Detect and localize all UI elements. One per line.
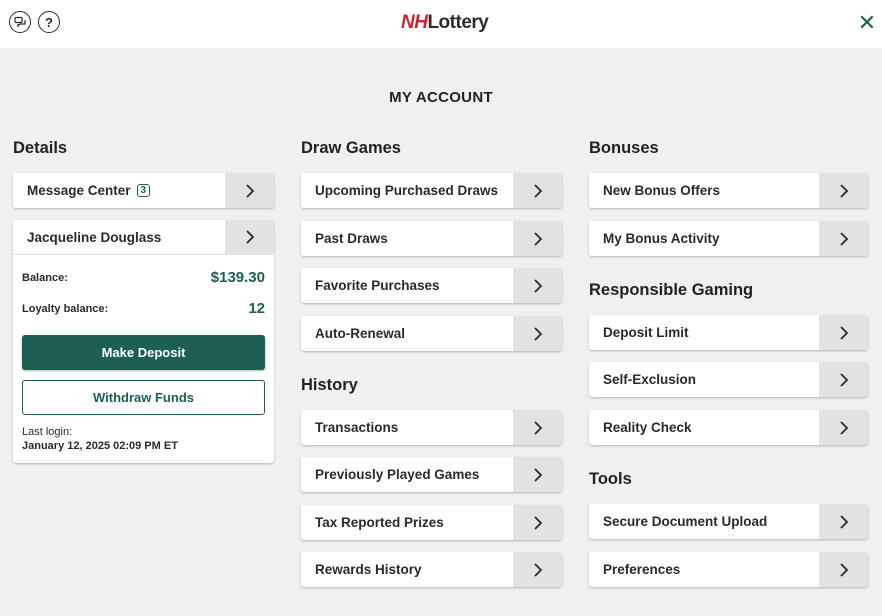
responsible-gaming-heading: Responsible Gaming [589, 281, 754, 299]
top-bar: ? NH Lottery ✕ [0, 0, 882, 48]
menu-item-label: Previously Played Games [315, 467, 480, 482]
last-login-label: Last login: [22, 426, 73, 438]
help-glyph: ? [45, 14, 53, 30]
menu-item-label: Secure Document Upload [603, 514, 768, 529]
menu-item-my-bonus-activity[interactable]: My Bonus Activity [589, 221, 868, 256]
menu-item-secure-document-upload[interactable]: Secure Document Upload [589, 504, 868, 539]
chevron-right-icon[interactable] [513, 316, 562, 351]
message-center-label: Message Center [27, 183, 131, 198]
menu-item-past-draws[interactable]: Past Draws [301, 221, 562, 256]
menu-item-auto-renewal[interactable]: Auto-Renewal [301, 316, 562, 351]
menu-item-label: Favorite Purchases [315, 278, 440, 293]
account-summary-card: Jacqueline Douglass Balance: $139.30 Loy… [13, 220, 274, 463]
chevron-right-icon[interactable] [225, 220, 274, 255]
menu-item-label: Preferences [603, 562, 681, 577]
message-count-badge: 3 [136, 184, 151, 197]
message-center-row[interactable]: Message Center 3 [13, 173, 274, 208]
menu-item-transactions[interactable]: Transactions [301, 410, 562, 445]
menu-item-upcoming-purchased-draws[interactable]: Upcoming Purchased Draws [301, 173, 562, 208]
balance-value: $139.30 [210, 269, 265, 286]
details-heading: Details [13, 139, 68, 157]
chevron-right-icon[interactable] [513, 221, 562, 256]
chevron-right-icon[interactable] [819, 362, 868, 397]
menu-item-label: New Bonus Offers [603, 183, 721, 198]
menu-item-tax-reported-prizes[interactable]: Tax Reported Prizes [301, 505, 562, 540]
chevron-right-icon[interactable] [819, 315, 868, 350]
close-icon[interactable]: ✕ [856, 12, 878, 34]
bonuses-heading: Bonuses [589, 139, 659, 157]
chevron-right-icon[interactable] [819, 410, 868, 445]
loyalty-label: Loyalty balance: [22, 302, 109, 315]
menu-item-self-exclusion[interactable]: Self-Exclusion [589, 362, 868, 397]
menu-item-deposit-limit[interactable]: Deposit Limit [589, 315, 868, 350]
balance-row: Balance: $139.30 [22, 269, 265, 286]
loyalty-row: Loyalty balance: 12 [22, 300, 265, 317]
menu-item-favorite-purchases[interactable]: Favorite Purchases [301, 268, 562, 303]
chat-icon-glyph [14, 16, 26, 28]
chevron-right-icon[interactable] [513, 410, 562, 445]
account-name-row[interactable]: Jacqueline Douglass [13, 220, 274, 255]
account-holder-name: Jacqueline Douglass [27, 229, 162, 245]
nh-lottery-logo[interactable]: NH Lottery [401, 11, 489, 35]
menu-item-label: My Bonus Activity [603, 231, 720, 246]
history-heading: History [301, 376, 358, 394]
tools-heading: Tools [589, 470, 632, 488]
balance-label: Balance: [22, 271, 68, 284]
chat-icon[interactable] [9, 11, 31, 33]
menu-item-label: Transactions [315, 420, 399, 435]
menu-item-rewards-history[interactable]: Rewards History [301, 552, 562, 587]
withdraw-funds-button[interactable]: Withdraw Funds [22, 380, 265, 415]
page-title: MY ACCOUNT [389, 89, 493, 106]
chevron-right-icon[interactable] [513, 457, 562, 492]
menu-item-label: Rewards History [315, 562, 422, 577]
menu-item-label: Past Draws [315, 231, 388, 246]
message-center-label-wrap: Message Center 3 [13, 183, 225, 198]
menu-item-preferences[interactable]: Preferences [589, 552, 868, 587]
menu-item-new-bonus-offers[interactable]: New Bonus Offers [589, 173, 868, 208]
logo-lottery-text: Lottery [427, 12, 489, 33]
chevron-right-icon[interactable] [513, 268, 562, 303]
logo-nh-text: NH [401, 12, 428, 33]
chevron-right-icon[interactable] [513, 552, 562, 587]
close-glyph: ✕ [857, 10, 877, 35]
chevron-right-icon[interactable] [513, 505, 562, 540]
chevron-right-icon[interactable] [225, 173, 274, 208]
menu-item-label: Tax Reported Prizes [315, 515, 444, 530]
make-deposit-button[interactable]: Make Deposit [22, 335, 265, 370]
loyalty-value: 12 [248, 300, 265, 317]
help-icon[interactable]: ? [38, 11, 60, 33]
draw-games-heading: Draw Games [301, 139, 401, 157]
chevron-right-icon[interactable] [819, 221, 868, 256]
menu-item-label: Auto-Renewal [315, 326, 406, 341]
last-login-value: January 12, 2025 02:09 PM ET [22, 440, 178, 452]
menu-item-label: Self-Exclusion [603, 372, 697, 387]
menu-item-reality-check[interactable]: Reality Check [589, 410, 868, 445]
chevron-right-icon[interactable] [819, 504, 868, 539]
chevron-right-icon[interactable] [513, 173, 562, 208]
chevron-right-icon[interactable] [819, 173, 868, 208]
menu-item-label: Upcoming Purchased Draws [315, 183, 499, 198]
menu-item-label: Deposit Limit [603, 325, 689, 340]
chevron-right-icon[interactable] [819, 552, 868, 587]
menu-item-label: Reality Check [603, 420, 692, 435]
menu-item-previously-played-games[interactable]: Previously Played Games [301, 457, 562, 492]
